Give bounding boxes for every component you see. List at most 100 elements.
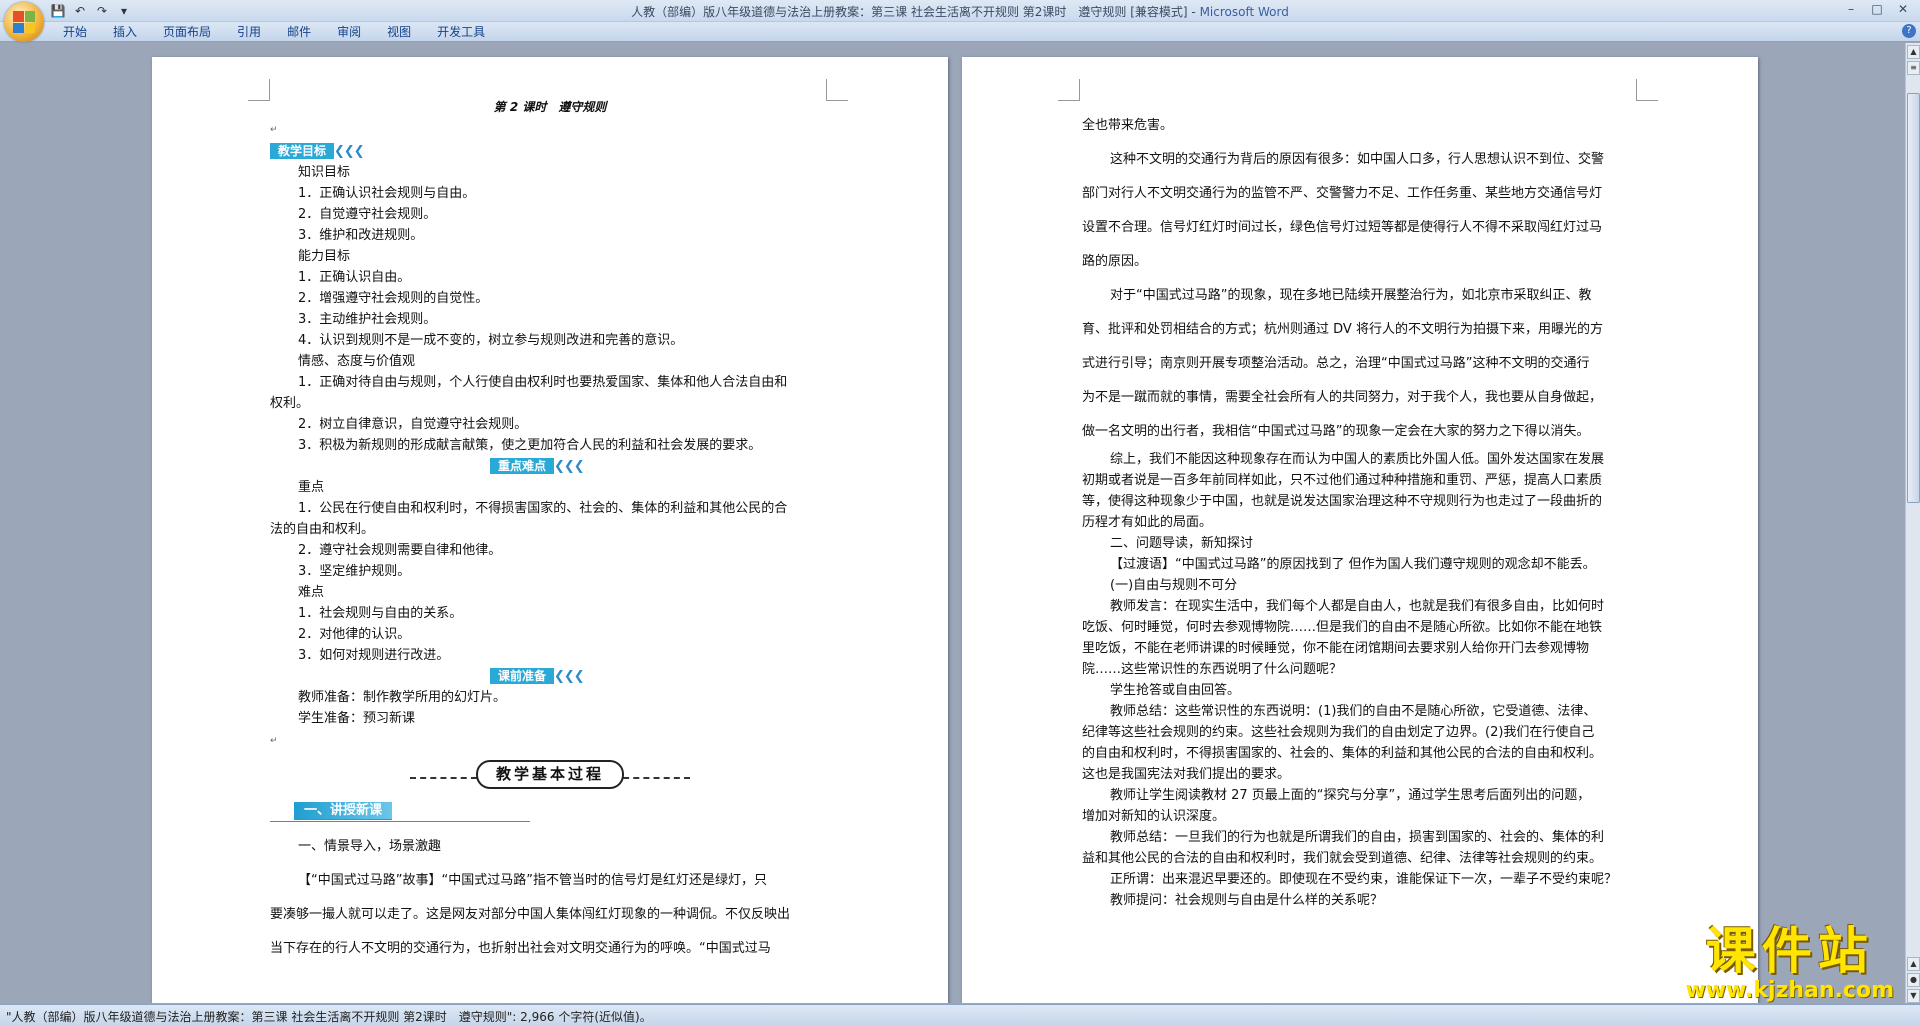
text-line: 为不是一蹴而就的事情，需要全社会所有人的共同努力，对于我个人，我也要从自身做起， xyxy=(1082,390,1603,405)
text-line: 当下存在的行人不文明的交通行为，也折射出社会对文明交通行为的呼唤。“中国式过马 xyxy=(270,941,771,956)
text-line: 这也是我国宪法对我们提出的要求。 xyxy=(1082,767,1291,782)
minimize-button[interactable]: – xyxy=(1838,0,1864,19)
text-line: 教师发言：在现实生活中，我们每个人都是自由人，也就是我们有很多自由，比如何时 xyxy=(1110,599,1605,614)
browse-object-icon[interactable]: ● xyxy=(1907,973,1920,987)
text-line: 里吃饭，不能在老师讲课的时候睡觉，你不能在闭馆期间去要求别人给你开门去参观博物 xyxy=(1082,641,1590,656)
text-line: 教师提问：社会规则与自由是什么样的关系呢？ xyxy=(1110,893,1384,908)
previous-page-icon[interactable]: ▲ xyxy=(1907,957,1920,971)
text-line: 难点 xyxy=(298,585,325,600)
status-text: "人教（部编）版八年级道德与法治上册教案：第三课 社会生活离不开规则 第2课时 … xyxy=(6,1010,652,1024)
text-line: 学生准备：预习新课 xyxy=(298,711,416,726)
text-line: 1．公民在行使自由和权利时，不得损害国家的、社会的、集体的利益和其他公民的合 xyxy=(298,501,788,516)
text-line: 育、批评和处罚相结合的方式；杭州则通过 DV 将行人的不文明行为拍摄下来，用曝光… xyxy=(1082,322,1603,337)
text-line: 式进行引导；南京则开展专项整治活动。总之，治理“中国式过马路”这种不文明的交通行 xyxy=(1082,356,1590,371)
text-line: 2．遵守社会规则需要自律和他律。 xyxy=(298,543,502,558)
text-line: 1．社会规则与自由的关系。 xyxy=(298,606,463,621)
watermark: 课件站 www.kjzhan.com xyxy=(1685,923,1894,1003)
text-line: 4．认识到规则不是一成不变的，树立参与规则改进和完善的意识。 xyxy=(298,333,684,348)
tab-mailings[interactable]: 邮件 xyxy=(274,24,324,40)
text-line: 3．主动维护社会规则。 xyxy=(298,312,437,327)
prep-list: 教师准备：制作教学所用的幻灯片。 学生准备：预习新课 xyxy=(270,687,830,729)
section-objectives: 教学目标 xyxy=(270,143,335,159)
text-line: 【“中国式过马路”故事】“中国式过马路”指不管当时的信号灯是红灯还是绿灯，只 xyxy=(298,873,767,888)
text-line: 路的原因。 xyxy=(1082,254,1148,269)
scroll-up-icon[interactable]: ▲ xyxy=(1907,45,1920,59)
text-line: 这种不文明的交通行为背后的原因有很多：如中国人口多，行人思想认识不到位、交警 xyxy=(1110,152,1605,167)
status-bar: "人教（部编）版八年级道德与法治上册教案：第三课 社会生活离不开规则 第2课时 … xyxy=(0,1004,1920,1025)
text-line: 教师总结：这些常识性的东西说明：(1)我们的自由不是随心所欲，它受道德、法律、 xyxy=(1110,704,1597,719)
maximize-button[interactable]: □ xyxy=(1864,0,1890,19)
arrows-icon: ❮❮❮ xyxy=(554,459,585,474)
tab-page-layout[interactable]: 页面布局 xyxy=(150,24,224,40)
window-title: 人教（部编）版八年级道德与法治上册教案：第三课 社会生活离不开规则 第2课时 遵… xyxy=(631,5,1289,19)
title-bar: 💾 ↶ ↷ ▾ 人教（部编）版八年级道德与法治上册教案：第三课 社会生活离不开规… xyxy=(0,0,1920,22)
text-line: 做一名文明的出行者，我相信“中国式过马路”的现象一定会在大家的努力之下得以消失。 xyxy=(1082,424,1590,439)
office-logo-icon xyxy=(13,11,35,33)
keypoints-list: 重点 1．公民在行使自由和权利时，不得损害国家的、社会的、集体的利益和其他公民的合… xyxy=(270,477,830,666)
text-line: 2．自觉遵守社会规则。 xyxy=(298,207,437,222)
text-line: 3．如何对规则进行改进。 xyxy=(298,648,450,663)
process-banner: 教学基本过程 xyxy=(410,760,690,794)
text-line: 重点 xyxy=(298,480,325,495)
text-line: 2．对他律的认识。 xyxy=(298,627,411,642)
crop-mark xyxy=(248,79,270,101)
tab-review[interactable]: 审阅 xyxy=(324,24,374,40)
tab-references[interactable]: 引用 xyxy=(224,24,274,40)
text-line: 一、情景导入，场景激趣 xyxy=(298,839,442,854)
text-line: 增加对新知的认识深度。 xyxy=(1082,809,1226,824)
tab-developer[interactable]: 开发工具 xyxy=(424,24,498,40)
text-line: (一)自由与规则不可分 xyxy=(1110,578,1238,593)
text-line: 全也带来危害。 xyxy=(1082,118,1174,133)
office-button[interactable] xyxy=(4,2,44,42)
tab-view[interactable]: 视图 xyxy=(374,24,424,40)
next-page-icon[interactable]: ▼ xyxy=(1907,989,1920,1003)
text-line: 2．树立自律意识，自觉遵守社会规则。 xyxy=(298,417,528,432)
text-line: 二、问题导读，新知探讨 xyxy=(1110,536,1254,551)
lesson-body: 一、情景导入，场景激趣【“中国式过马路”故事】“中国式过马路”指不管当时的信号灯… xyxy=(270,830,830,966)
ribbon: 开始 插入 页面布局 引用 邮件 审阅 视图 开发工具 ? xyxy=(0,22,1920,42)
text-line: 3．积极为新规则的形成献言献策，使之更加符合人民的利益和社会发展的要求。 xyxy=(298,438,762,453)
ribbon-tabs: 开始 插入 页面布局 引用 邮件 审阅 视图 开发工具 xyxy=(50,24,498,40)
scroll-thumb[interactable] xyxy=(1907,93,1920,503)
watermark-url: www.kjzhan.com xyxy=(1685,978,1894,1003)
text-line: 权利。 xyxy=(270,396,310,411)
text-line: 纪律等这些社会规则的约束。这些社会规则为我们的自由划定了边界。(2)我们在行使自… xyxy=(1082,725,1595,740)
document-area: 第 2 课时 遵守规则 ↵ 教学目标 ❮❮❮ 知识目标 1．正确认识社会规则与自由。… xyxy=(0,43,1905,1003)
text-line: 能力目标 xyxy=(298,249,351,264)
section-prep: 课前准备 xyxy=(490,668,555,684)
crop-mark xyxy=(1058,79,1080,101)
document-title: 人教（部编）版八年级道德与法治上册教案：第三课 社会生活离不开规则 第2课时 遵… xyxy=(631,5,1188,19)
text-line: 3．坚定维护规则。 xyxy=(298,564,411,579)
text-line: 知识目标 xyxy=(298,165,351,180)
text-line: 教师总结：一旦我们的行为也就是所谓我们的自由，损害到国家的、社会的、集体的利 xyxy=(1110,830,1605,845)
objectives-list: 知识目标 1．正确认识社会规则与自由。 2．自觉遵守社会规则。 3．维护和改进规则。能… xyxy=(270,162,830,456)
vertical-scrollbar[interactable]: ▲ ≡ ▲ ● ▼ xyxy=(1905,43,1920,1003)
lesson-heading: 一、讲授新课 xyxy=(294,802,393,820)
help-icon[interactable]: ? xyxy=(1902,24,1916,38)
text-line: 教师让学生阅读教材 27 页最上面的“探究与分享”，通过学生思考后面列出的问题， xyxy=(1110,788,1591,803)
crop-mark xyxy=(1636,79,1658,101)
page2-body-b: 综上，我们不能因这种现象存在而认为中国人的素质比外国人低。国外发达国家在发展初期… xyxy=(1082,449,1642,911)
page-1: 第 2 课时 遵守规则 ↵ 教学目标 ❮❮❮ 知识目标 1．正确认识社会规则与自由。… xyxy=(152,57,948,1003)
close-button[interactable]: ✕ xyxy=(1890,0,1916,19)
app-name: Microsoft Word xyxy=(1199,5,1289,19)
text-line: 1．正确对待自由与规则，个人行使自由权利时也要热爱国家、集体和他人合法自由和 xyxy=(298,375,788,390)
arrows-icon: ❮❮❮ xyxy=(554,669,585,684)
tab-insert[interactable]: 插入 xyxy=(100,24,150,40)
text-line: 的自由和权利时，不得损害国家的、社会的、集体的利益和其他公民的合法的自由和权利。 xyxy=(1082,746,1603,761)
text-line: 正所谓：出来混迟早要还的。即使现在不受约束，谁能保证下一次，一辈子不受约束呢？ xyxy=(1110,872,1618,887)
split-icon[interactable]: ≡ xyxy=(1907,61,1920,75)
text-line: 部门对行人不文明交通行为的监管不严、交警警力不足、工作任务重、某些地方交通信号灯 xyxy=(1082,186,1603,201)
text-line: 情感、态度与价值观 xyxy=(298,354,416,369)
text-line: 初期或者说是一百多年前同样如此，只不过他们通过种种措施和重罚、严惩，提高人口素质 xyxy=(1082,473,1603,488)
page2-body-a: 全也带来危害。这种不文明的交通行为背后的原因有很多：如中国人口多，行人思想认识不… xyxy=(1082,109,1642,449)
text-line: 设置不合理。信号灯红灯时间过长，绿色信号灯过短等都是使得行人不得不采取闯红灯过马 xyxy=(1082,220,1603,235)
text-line: 1．正确认识自由。 xyxy=(298,270,411,285)
arrows-icon: ❮❮❮ xyxy=(334,144,365,159)
text-line: 等，使得这种现象少于中国，也就是说发达国家治理这种不守规则行为也走过了一段曲折的 xyxy=(1082,494,1603,509)
text-line: 综上，我们不能因这种现象存在而认为中国人的素质比外国人低。国外发达国家在发展 xyxy=(1110,452,1605,467)
text-line: 1．正确认识社会规则与自由。 xyxy=(298,186,476,201)
tab-home[interactable]: 开始 xyxy=(50,24,100,40)
text-line: 3．维护和改进规则。 xyxy=(298,228,424,243)
text-line: 学生抢答或自由回答。 xyxy=(1110,683,1241,698)
